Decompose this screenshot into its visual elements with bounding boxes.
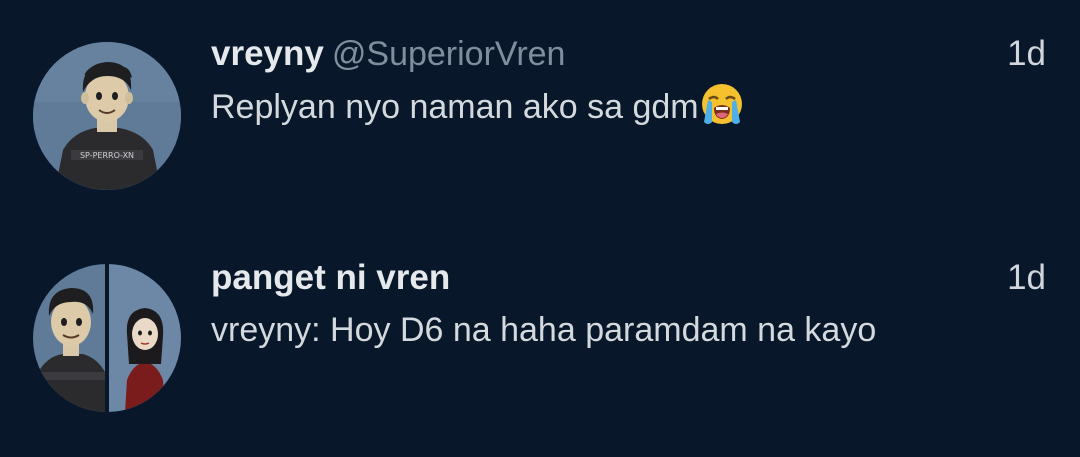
message-preview-text: vreyny: Hoy D6 na haha paramdam na kayo [211, 311, 877, 349]
group-avatar[interactable] [33, 264, 181, 412]
cartoon-boy-avatar-icon: SP-PERRO-XN [33, 42, 181, 190]
timestamp: 1d [1007, 258, 1046, 297]
conversation-header: vreyny @SuperiorVren 1d [211, 34, 1050, 74]
conversation-item[interactable]: panget ni vren 1d vreyny: Hoy D6 na haha… [0, 230, 1080, 430]
conversation-list: SP-PERRO-XN vreyny @SuperiorVren 1d Repl… [0, 0, 1080, 457]
avatar[interactable]: SP-PERRO-XN [33, 42, 181, 190]
message-preview: Replyan nyo naman ako sa gdm [211, 82, 931, 131]
loudly-crying-face-icon [701, 84, 742, 124]
timestamp: 1d [1007, 34, 1046, 73]
message-preview-text: Replyan nyo naman ako sa gdm [211, 88, 699, 126]
group-avatar-icon [33, 264, 181, 412]
cartoon-boy-icon [33, 264, 105, 412]
cartoon-girl-icon [109, 264, 181, 412]
svg-text:SP-PERRO-XN: SP-PERRO-XN [80, 151, 134, 160]
display-name: vreyny [211, 34, 324, 73]
conversation-meta: vreyny @SuperiorVren 1d Replyan nyo naman… [211, 34, 1050, 131]
conversation-item[interactable]: SP-PERRO-XN vreyny @SuperiorVren 1d Repl… [0, 0, 1080, 200]
group-name: panget ni vren [211, 258, 451, 297]
user-handle: @SuperiorVren [331, 35, 566, 73]
message-preview: vreyny: Hoy D6 na haha paramdam na kayo [211, 306, 931, 354]
conversation-header: panget ni vren 1d [211, 258, 1050, 298]
conversation-meta: panget ni vren 1d vreyny: Hoy D6 na haha… [211, 258, 1050, 354]
